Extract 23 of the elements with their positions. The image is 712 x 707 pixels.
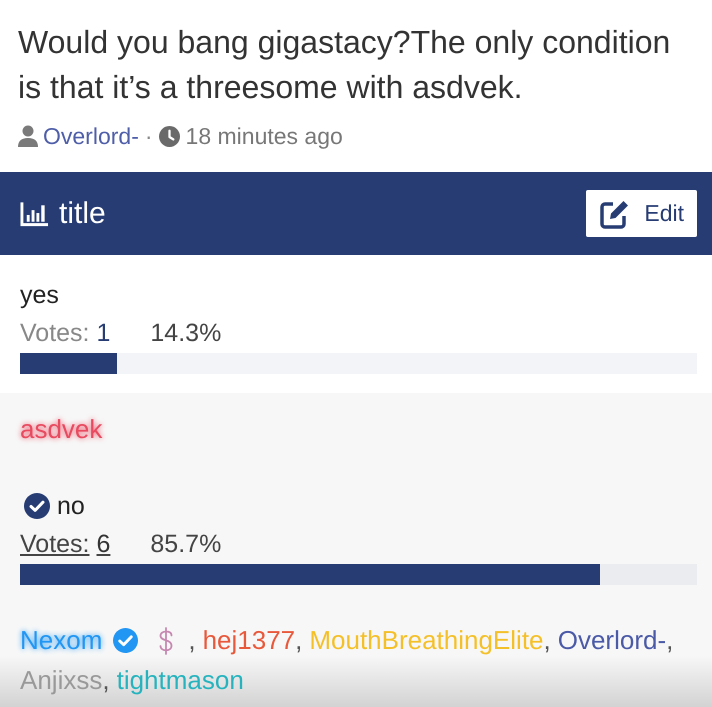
option-label[interactable]: no <box>57 489 85 523</box>
voter-link[interactable]: hej1377 <box>202 625 296 655</box>
vote-count-link[interactable]: Votes: 6 <box>20 528 110 560</box>
comma: , <box>666 625 674 655</box>
vote-percent: 14.3% <box>150 318 222 349</box>
vote-count-link[interactable]: Votes: 1 <box>20 317 110 349</box>
comma: , <box>102 665 110 695</box>
question-title: Would you bang gigastacy?The only condition is that it’s a threesome with asdvek. <box>18 23 672 107</box>
post-time: 18 minutes ago <box>186 122 343 151</box>
vote-percent: 85.7% <box>150 529 222 560</box>
poll-title: title <box>59 196 106 232</box>
comma: , <box>295 625 302 655</box>
user-icon <box>18 125 38 147</box>
comma: , <box>188 625 196 655</box>
author-link[interactable]: Overlord- <box>43 121 139 151</box>
bar-chart-icon <box>20 200 49 226</box>
comma: , <box>544 625 551 655</box>
option-label[interactable]: yes <box>20 278 59 312</box>
voter-link[interactable]: asdvek <box>20 414 102 444</box>
edit-button[interactable]: Edit <box>586 190 697 237</box>
voter-link[interactable]: Overlord- <box>558 625 666 655</box>
dot-separator: · <box>144 122 153 151</box>
clock-icon <box>158 126 180 146</box>
